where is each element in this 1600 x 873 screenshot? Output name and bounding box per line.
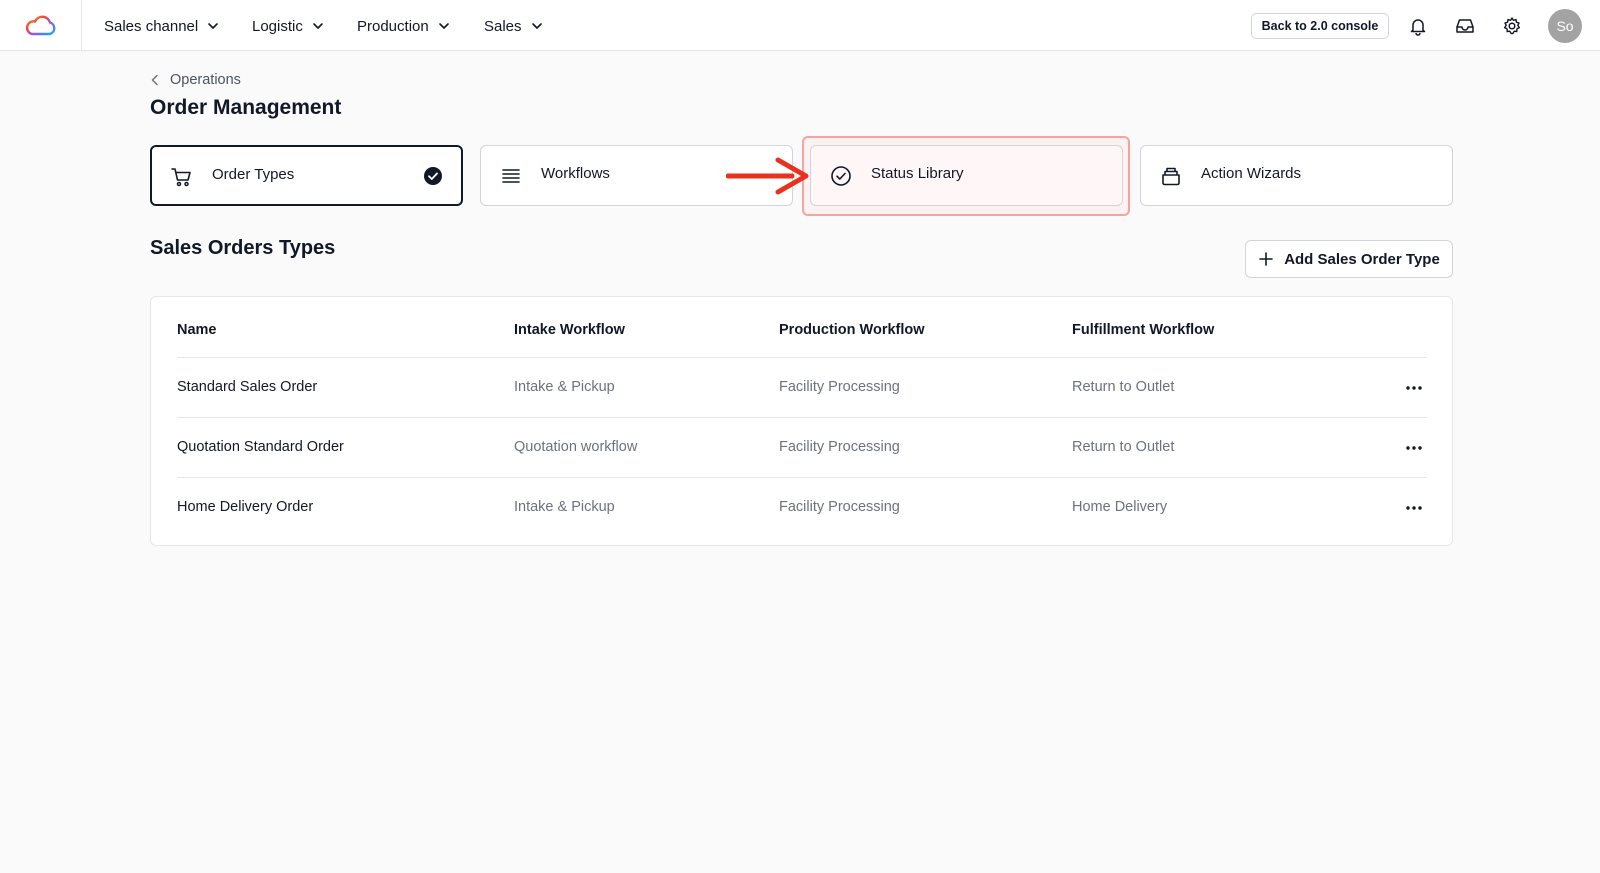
cell-name: Standard Sales Order [177,379,318,395]
row-actions-button[interactable] [1401,436,1427,460]
breadcrumb[interactable]: Operations [150,70,241,90]
more-horizontal-icon [1406,506,1422,510]
cell-fulfillment: Home Delivery [1072,499,1168,515]
gear-icon [1503,17,1521,35]
column-header-fulfillment-workflow: Fulfillment Workflow [1072,322,1215,338]
tab-order-types[interactable]: Order Types [150,145,463,206]
column-header-intake-workflow: Intake Workflow [514,322,625,338]
cell-fulfillment: Return to Outlet [1072,439,1175,455]
tab-label: Status Library [871,165,964,182]
notifications-button[interactable] [1405,13,1431,39]
tab-label: Workflows [541,165,610,182]
more-horizontal-icon [1406,386,1422,390]
cell-intake: Intake & Pickup [514,499,615,515]
stack-icon [1162,167,1180,186]
plus-icon [1259,252,1273,266]
user-avatar[interactable]: So [1548,9,1582,43]
app-logo[interactable] [0,0,82,51]
chevron-down-icon [531,23,542,29]
nav-label: Sales [484,17,522,35]
page-title: Order Management [150,96,342,119]
cell-fulfillment: Return to Outlet [1072,379,1175,395]
section-title: Sales Orders Types [150,237,336,259]
check-circle-filled-icon [424,167,442,185]
nav-sales-channel[interactable]: Sales channel [104,16,220,36]
back-to-console-button[interactable]: Back to 2.0 console [1251,13,1389,39]
column-header-name: Name [177,322,217,338]
nav-sales[interactable]: Sales [484,16,544,36]
list-icon [502,169,520,183]
add-button-label: Add Sales Order Type [1284,250,1440,268]
nav-logistic[interactable]: Logistic [252,16,325,36]
table-row[interactable]: Standard Sales Order Intake & Pickup Fac… [177,357,1427,417]
top-navigation-bar: Sales channel Logistic Production Sales … [0,0,1600,51]
cell-intake: Quotation workflow [514,439,638,455]
cell-intake: Intake & Pickup [514,379,615,395]
row-actions-button[interactable] [1401,496,1427,520]
check-circle-icon [831,166,851,186]
inbox-icon [1456,19,1474,33]
inbox-button[interactable] [1452,13,1478,39]
nav-label: Logistic [252,17,303,35]
row-actions-button[interactable] [1401,376,1427,400]
annotation-arrow-icon [726,157,809,195]
more-horizontal-icon [1406,446,1422,450]
cart-icon [171,168,191,187]
sales-order-types-table: Name Intake Workflow Production Workflow… [150,296,1453,546]
chevron-down-icon [313,23,323,29]
chevron-down-icon [438,23,449,29]
chevron-down-icon [208,23,219,29]
tab-status-library[interactable]: Status Library [810,145,1123,206]
cell-production: Facility Processing [779,439,900,455]
cell-name: Quotation Standard Order [177,439,344,455]
settings-button[interactable] [1499,13,1525,39]
column-header-production-workflow: Production Workflow [779,322,925,338]
cell-production: Facility Processing [779,499,900,515]
chevron-left-icon [151,74,158,86]
add-sales-order-type-button[interactable]: Add Sales Order Type [1245,240,1453,278]
bell-icon [1410,19,1426,36]
tab-label: Order Types [212,166,295,183]
cloud-logo-icon [25,15,55,35]
tab-label: Action Wizards [1201,165,1302,182]
nav-label: Production [357,17,429,35]
cell-production: Facility Processing [779,379,900,395]
table-row[interactable]: Home Delivery Order Intake & Pickup Faci… [177,477,1427,537]
nav-production[interactable]: Production [357,16,451,36]
breadcrumb-label: Operations [170,72,241,88]
cell-name: Home Delivery Order [177,499,314,515]
table-row[interactable]: Quotation Standard Order Quotation workf… [177,417,1427,477]
tab-action-wizards[interactable]: Action Wizards [1140,145,1453,206]
nav-label: Sales channel [104,17,199,35]
